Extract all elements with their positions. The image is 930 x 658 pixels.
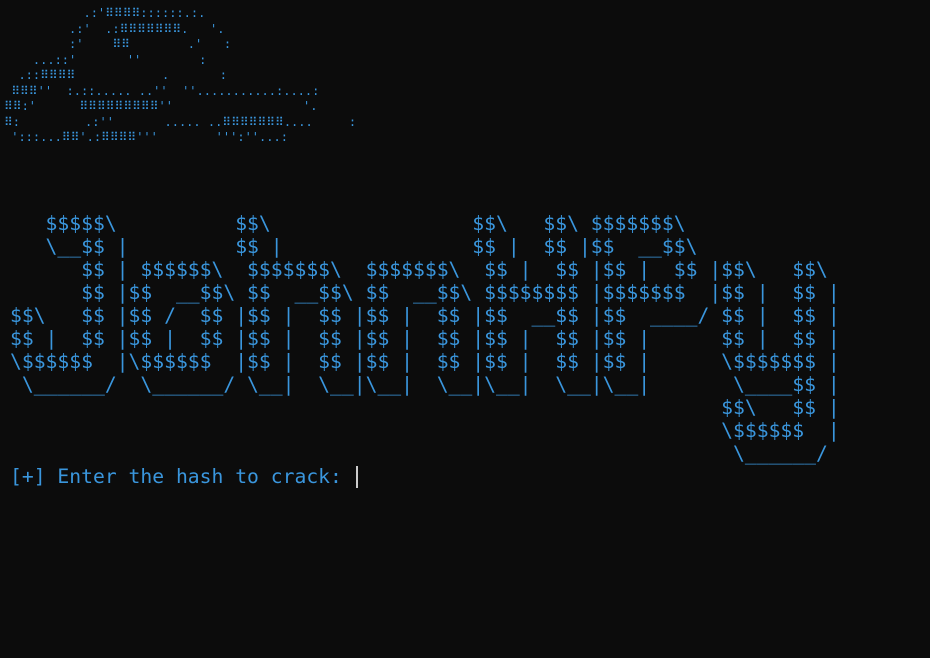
text-cursor [355, 465, 358, 488]
input-prompt-line[interactable]: [+] Enter the hash to crack: [10, 465, 358, 488]
terminal-window[interactable]: .:'⠿⠿⠿⠿::::::.:. .:' .:⠿⠿⠿⠿⠿⠿⠿. '. :' ⠿⠿… [0, 0, 930, 658]
johnpy-ascii-banner: $$$$$\ $$\ $$\ $$\ $$$$$$$\ \__$$ | $$ |… [10, 212, 840, 465]
cowboy-hat-ascii-art: .:'⠿⠿⠿⠿::::::.:. .:' .:⠿⠿⠿⠿⠿⠿⠿. '. :' ⠿⠿… [4, 6, 357, 144]
hash-prompt-label: [+] Enter the hash to crack: [10, 465, 354, 488]
